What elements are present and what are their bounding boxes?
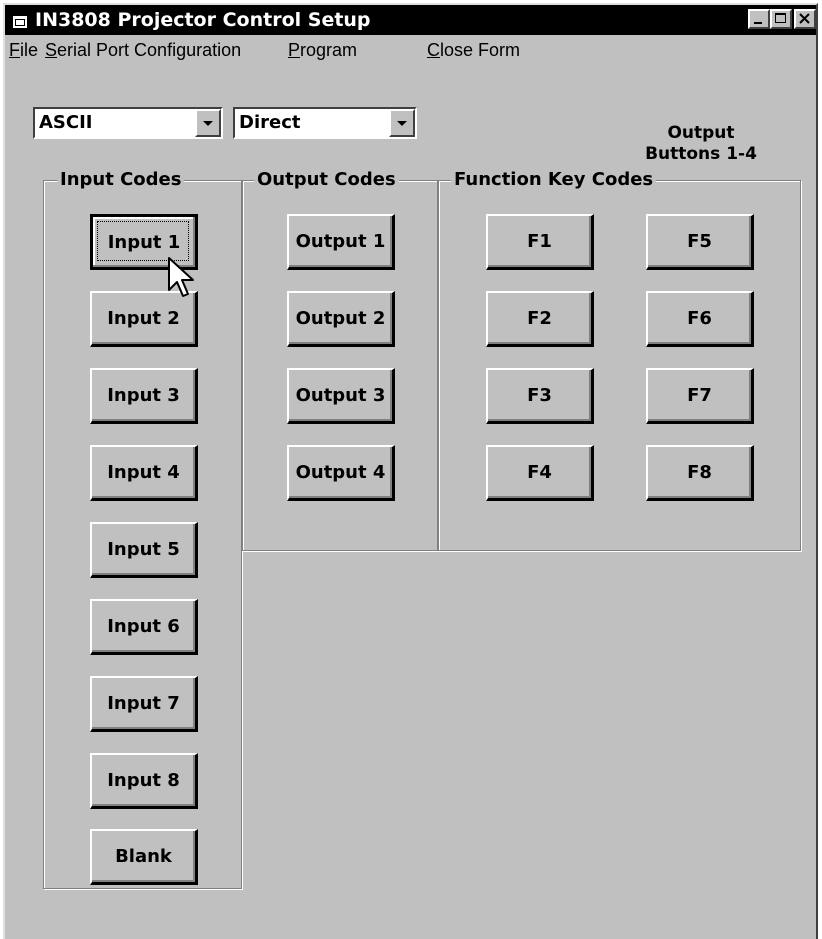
menu-close-mnemonic: C bbox=[427, 40, 440, 60]
output-codes-label: Output Codes bbox=[254, 168, 399, 192]
output-codes-group: Output Codes Output 1 Output 2 Output 3 … bbox=[242, 168, 438, 551]
title-bar[interactable]: IN3808 Projector Control Setup bbox=[5, 5, 816, 35]
input-codes-group: Input Codes Input 1 Input 2 Input 3 Inpu… bbox=[43, 168, 242, 889]
menu-program-rest: rogram bbox=[300, 40, 358, 60]
menu-file[interactable]: File bbox=[9, 39, 38, 61]
menu-file-mnemonic: F bbox=[9, 40, 20, 60]
menu-file-rest: ile bbox=[20, 40, 39, 60]
window-title: IN3808 Projector Control Setup bbox=[35, 9, 371, 31]
menu-program[interactable]: Program bbox=[288, 39, 357, 61]
input-6-button[interactable]: Input 6 bbox=[90, 599, 198, 655]
format-dropdown-button[interactable] bbox=[195, 109, 221, 137]
app-window: IN3808 Projector Control Setup File Seri… bbox=[3, 3, 818, 939]
output-3-button[interactable]: Output 3 bbox=[287, 368, 395, 424]
menu-serial-rest: erial Port Configuration bbox=[57, 40, 242, 60]
close-icon bbox=[799, 13, 810, 24]
input-1-button[interactable]: Input 1 bbox=[90, 214, 198, 270]
app-icon[interactable] bbox=[13, 13, 27, 28]
menu-close-rest: lose Form bbox=[440, 40, 521, 60]
menu-serial-port-configuration[interactable]: Serial Port Configuration bbox=[45, 39, 241, 61]
output-note-line1: Output bbox=[667, 123, 735, 143]
input-3-button[interactable]: Input 3 bbox=[90, 368, 198, 424]
menu-serial-mnemonic: S bbox=[45, 40, 58, 60]
output-note-line2: Buttons 1-4 bbox=[645, 144, 757, 164]
f2-button[interactable]: F2 bbox=[486, 291, 594, 347]
blank-button[interactable]: Blank bbox=[90, 829, 198, 885]
output-2-button[interactable]: Output 2 bbox=[287, 291, 395, 347]
dropdown-arrow-icon bbox=[203, 121, 213, 126]
maximize-icon bbox=[775, 13, 786, 23]
menu-program-mnemonic: P bbox=[288, 40, 301, 60]
menu-bar: File Serial Port Configuration Program C… bbox=[5, 35, 816, 65]
f7-button[interactable]: F7 bbox=[646, 368, 754, 424]
f3-button[interactable]: F3 bbox=[486, 368, 594, 424]
menu-close-form[interactable]: Close Form bbox=[427, 39, 520, 61]
output-buttons-note: Output Buttons 1-4 bbox=[631, 123, 771, 165]
close-button[interactable] bbox=[794, 9, 816, 29]
f1-button[interactable]: F1 bbox=[486, 214, 594, 270]
format-select-value: ASCII bbox=[39, 112, 93, 133]
input-5-button[interactable]: Input 5 bbox=[90, 522, 198, 578]
mode-select[interactable]: Direct bbox=[233, 107, 417, 139]
output-4-button[interactable]: Output 4 bbox=[287, 445, 395, 501]
output-1-button[interactable]: Output 1 bbox=[287, 214, 395, 270]
input-codes-label: Input Codes bbox=[57, 168, 185, 192]
mode-select-value: Direct bbox=[239, 112, 301, 133]
maximize-button[interactable] bbox=[770, 9, 792, 29]
dropdown-arrow-icon bbox=[397, 121, 407, 126]
focus-outline bbox=[97, 221, 189, 261]
format-select[interactable]: ASCII bbox=[33, 107, 223, 139]
minimize-icon bbox=[754, 22, 762, 24]
function-key-codes-label: Function Key Codes bbox=[451, 168, 657, 192]
function-key-codes-group: Function Key Codes F1 F2 F3 F4 F5 F6 F7 … bbox=[438, 168, 801, 551]
input-4-button[interactable]: Input 4 bbox=[90, 445, 198, 501]
minimize-button[interactable] bbox=[748, 9, 770, 29]
mode-dropdown-button[interactable] bbox=[389, 109, 415, 137]
f6-button[interactable]: F6 bbox=[646, 291, 754, 347]
f4-button[interactable]: F4 bbox=[486, 445, 594, 501]
input-8-button[interactable]: Input 8 bbox=[90, 753, 198, 809]
f5-button[interactable]: F5 bbox=[646, 214, 754, 270]
f8-button[interactable]: F8 bbox=[646, 445, 754, 501]
input-2-button[interactable]: Input 2 bbox=[90, 291, 198, 347]
input-7-button[interactable]: Input 7 bbox=[90, 676, 198, 732]
